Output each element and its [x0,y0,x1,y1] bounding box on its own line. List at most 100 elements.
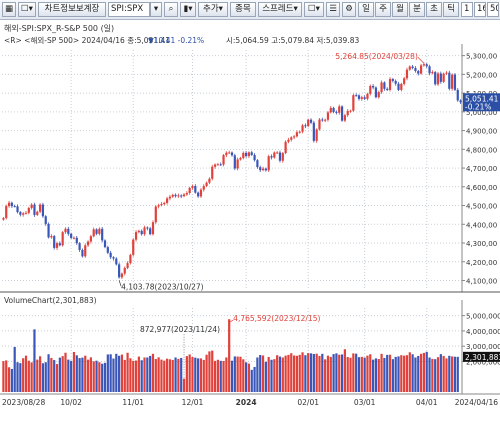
list-icon[interactable]: ☰ [326,2,340,17]
period-second-button[interactable]: 초 [426,2,442,17]
candlestick [270,156,273,158]
candlestick [261,168,265,171]
volume-bar [70,360,73,392]
candlestick [22,213,25,215]
candlestick [456,89,459,101]
chart-area[interactable]: 해외-SPI:SPX_R-S&P 500 (일) <R> <해외-SP 500>… [0,20,500,428]
volume-bar [115,353,118,392]
volume-bar [27,360,30,392]
period-tick-button[interactable]: 틱 [443,2,459,17]
candlestick [366,93,369,99]
candlestick [64,228,67,233]
period-month-button[interactable]: 월 [392,2,408,17]
volume-bar [53,360,56,392]
volume-bar [205,354,208,392]
candlestick [363,97,366,99]
search-icon[interactable]: ⌕ [164,2,178,17]
volume-bar [448,355,451,392]
volume-bar [357,357,361,392]
candlestick [343,115,346,121]
volume-bar [290,353,293,392]
candlestick [256,160,259,168]
candlestick [250,152,253,155]
candlestick [2,218,5,220]
volume-bar [137,356,140,392]
volume-bar [451,356,454,392]
candlestick [208,178,211,183]
symbol-input[interactable]: SPI:SPX [108,2,150,17]
count-input[interactable]: 160 [474,2,486,17]
candlestick [383,82,386,89]
candlestick [414,67,417,71]
volume-bar [19,363,22,392]
add-button[interactable]: 추가▾ [198,2,228,17]
candlestick [134,232,138,240]
candlestick [146,227,149,229]
candlestick [211,166,214,179]
candlestick [236,159,239,169]
option-dropdown-icon[interactable]: ☐▾ [304,2,324,17]
volume-bar [295,355,299,392]
candlestick [298,131,301,133]
period-week-button[interactable]: 주 [375,2,391,17]
stock-chart[interactable]: 해외-SPI:SPX_R-S&P 500 (일) <R> <해외-SP 500>… [0,20,500,428]
chart-type-icon[interactable]: ▮▾ [180,2,196,17]
volume-bar [36,359,39,392]
candlestick [44,216,47,224]
candlestick [431,72,434,74]
volume-bar [44,362,47,392]
volume-bar [394,356,397,392]
volume-bar [276,355,279,392]
candlestick [38,204,42,212]
volume-bar [188,354,191,392]
candlestick [247,152,251,157]
symbol-dropdown-icon[interactable]: ▾ [150,2,162,17]
candlestick [369,85,372,94]
candlestick [61,232,64,246]
price-axis-label: 4,500,00 [466,203,497,211]
grid-icon[interactable]: ▦ [2,2,16,17]
volume-bar [101,363,104,392]
volume-bar [281,357,284,392]
candlestick [188,187,191,193]
layout-icon[interactable]: ☐▾ [18,2,36,17]
volume-bar [222,360,225,392]
total-input[interactable]: 500 [487,2,499,17]
volume-bar [191,357,194,392]
indicator-button[interactable]: 종목 [230,2,256,17]
volume-bar [199,358,203,392]
volume-bar [315,353,318,392]
price-axis-label: 4,800,00 [466,146,497,154]
volume-bar [346,357,349,392]
volume-bar [75,355,78,392]
volume-bar [157,357,160,392]
interval-input[interactable]: 1 [461,2,473,17]
candlestick [360,97,363,99]
chart-info-button[interactable]: 차트정보보계장 [38,2,106,17]
candlestick [403,78,406,84]
settings-icon[interactable]: ⚙ [342,2,356,17]
volume-bar [360,356,363,392]
candlestick [222,155,225,165]
volume-bar [366,355,369,392]
volume-bar [225,357,228,392]
volume-bar [177,358,180,392]
spread-button[interactable]: 스프레드▾ [258,2,302,17]
candlestick [24,212,28,214]
volume-bar [219,360,222,392]
volume-bar [230,360,234,392]
volume-bar [10,368,13,392]
volume-bar [380,353,383,392]
volume-bar [374,358,378,392]
volume-bar [197,358,200,392]
candlestick [89,236,92,242]
candlestick [174,194,177,197]
period-day-button[interactable]: 일 [358,2,374,17]
period-minute-button[interactable]: 분 [409,2,425,17]
volume-bar [106,354,109,392]
candlestick [445,72,448,74]
volume-bar [453,356,457,392]
volume-bar [318,355,321,392]
price-axis-label: 4,700,00 [466,165,497,173]
volume-bar [340,354,344,392]
